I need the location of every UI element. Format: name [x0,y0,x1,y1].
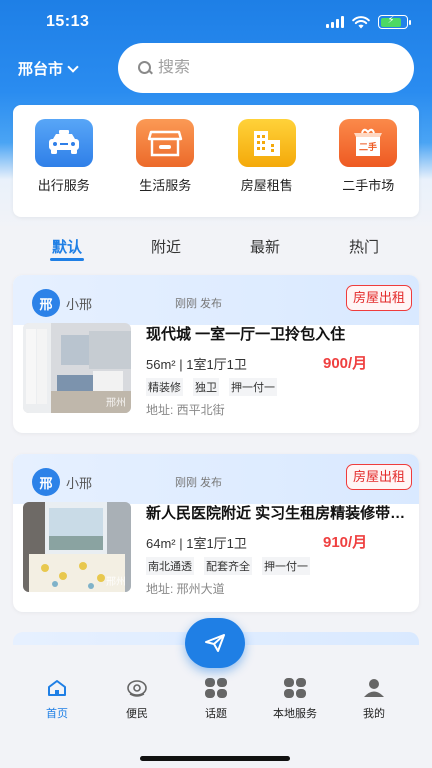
category-badge: 房屋出租 [345,285,412,311]
service-housing[interactable]: 房屋租售 [219,119,315,217]
cellular-signal-icon [326,16,344,28]
listing-price: 910/月 [323,534,368,551]
service-label: 二手市场 [342,178,395,193]
nav-label: 话题 [205,708,227,720]
tag: 押一付一 [229,378,277,396]
search-bar[interactable] [118,43,414,93]
search-icon [138,61,152,75]
home-indicator [140,756,290,761]
topic-grid-icon [204,677,228,699]
nav-home[interactable]: 首页 [22,677,92,721]
listing-price: 900/月 [323,355,368,372]
tab-nearby[interactable]: 附近 [151,236,181,257]
listing-tags: 南北通透 配套齐全 押一付一 [146,557,310,575]
listing-tags: 精装修 独卫 押一付一 [146,378,277,396]
tag: 配套齐全 [204,557,252,575]
building-icon [237,119,296,167]
convenience-icon [125,677,149,699]
category-badge: 房屋出租 [345,464,412,490]
city-label: 邢台市 [18,61,64,78]
status-time: 15:13 [46,13,90,30]
nav-convenience[interactable]: 便民 [102,677,172,721]
status-icons [326,15,411,29]
posted-time: 刚刚 发布 [175,298,223,310]
home-icon [45,677,69,699]
author-name: 小邢 [66,476,93,491]
service-travel[interactable]: 出行服务 [16,119,112,217]
city-selector[interactable]: 邢台市 [18,58,79,79]
wifi-icon [352,15,370,28]
chevron-down-icon [67,60,79,73]
tag: 精装修 [146,378,183,396]
listing-spec: 56m² | 1室1厅1卫 [146,357,247,372]
search-input[interactable] [158,59,378,77]
car-icon [34,119,93,167]
publish-button[interactable] [185,618,245,668]
nav-label: 便民 [126,708,148,720]
listing-photo: 邢州 [23,502,131,592]
status-bar: 15:13 [0,0,432,44]
photo-watermark: 邢州 [106,398,126,409]
listing-address: 地址: 西平北街 [146,403,225,417]
profile-icon [362,677,386,699]
service-label: 房屋租售 [240,178,293,193]
filter-tabs: 默认 附近 最新 热门 [0,232,432,262]
tag: 独卫 [193,378,219,396]
posted-time: 刚刚 发布 [175,477,223,489]
second-hand-box-icon: 二手 [339,119,398,167]
nav-label: 首页 [46,708,68,720]
nav-topic[interactable]: 话题 [181,677,251,721]
listing-spec: 64m² | 1室1厅1卫 [146,536,247,551]
avatar: 邢 [32,468,60,496]
service-life[interactable]: 生活服务 [117,119,213,217]
tab-default[interactable]: 默认 [52,236,82,257]
service-label: 生活服务 [139,178,192,193]
service-label: 出行服务 [37,178,90,193]
nav-label: 本地服务 [273,708,317,720]
service-second-hand[interactable]: 二手 二手市场 [320,119,416,217]
photo-watermark: 邢州 [106,577,126,588]
shop-icon [136,119,195,167]
paper-plane-icon [205,634,225,652]
tag: 南北通透 [146,557,194,575]
tab-hot[interactable]: 热门 [349,236,379,257]
svg-text:二手: 二手 [359,141,377,153]
battery-icon [378,15,411,29]
active-tab-indicator [50,258,84,261]
service-grid: 出行服务 生活服务 房屋租售 二手 二手市场 [13,105,419,217]
listing-card[interactable]: 邢 小邢 刚刚 发布 房屋出租 邢州 新人民医院附近 实习生租房精装修带阳台 6… [13,454,419,612]
tab-latest[interactable]: 最新 [250,236,280,257]
listing-title: 现代城 一室一厅一卫拎包入住 [146,326,346,343]
local-service-grid-icon [283,677,307,699]
listing-address: 地址: 邢州大道 [146,582,225,596]
author-name: 小邢 [66,297,93,312]
nav-label: 我的 [363,708,385,720]
listing-title: 新人民医院附近 实习生租房精装修带阳台 [146,505,406,522]
listing-photo: 邢州 [23,323,131,413]
listing-card[interactable]: 邢 小邢 刚刚 发布 房屋出租 邢州 现代城 一室一厅一卫拎包入住 56m² |… [13,275,419,433]
nav-profile[interactable]: 我的 [339,677,409,721]
nav-local-service[interactable]: 本地服务 [260,677,330,721]
avatar: 邢 [32,289,60,317]
tag: 押一付一 [262,557,310,575]
